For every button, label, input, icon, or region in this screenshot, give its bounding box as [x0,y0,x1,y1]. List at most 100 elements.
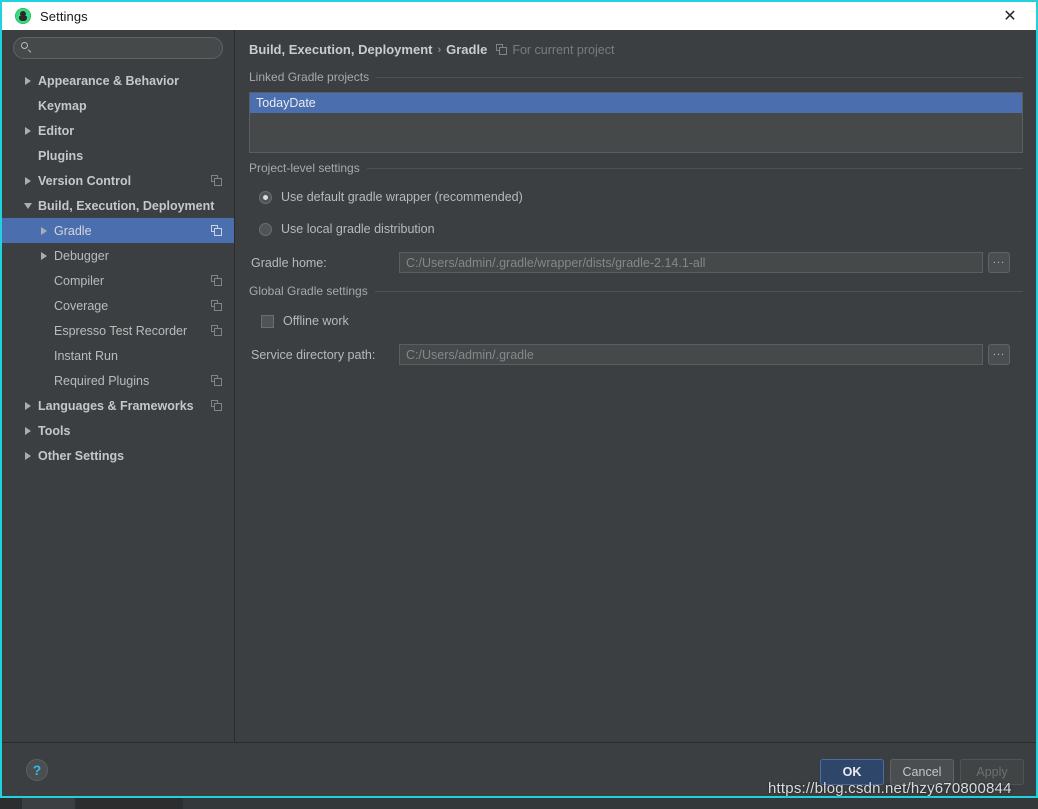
sidebar-item-tools[interactable]: Tools [2,418,234,443]
breadcrumb-scope-label: For current project [512,42,615,57]
breadcrumb: Build, Execution, Deployment › Gradle Fo… [249,30,1023,61]
project-scope-icon [211,400,222,411]
taskbar-segment [75,798,183,809]
chevron-right-icon[interactable] [22,174,35,187]
chevron-right-icon[interactable] [22,399,35,412]
search-box[interactable] [13,37,223,59]
dialog-body: Appearance & Behavior Keymap Editor Plugins… [2,30,1036,742]
project-scope-icon [211,325,222,336]
sidebar-item-coverage[interactable]: Coverage [2,293,234,318]
sidebar-item-gradle[interactable]: Gradle [2,218,234,243]
global-settings-title: Global Gradle settings [249,284,368,298]
sidebar-item-label: Keymap [38,98,87,113]
checkbox-label: Offline work [283,314,349,328]
project-scope-icon [496,44,508,55]
sidebar-item-label: Debugger [54,248,109,263]
breadcrumb-current: Gradle [446,42,488,57]
sidebar-item-editor[interactable]: Editor [2,118,234,143]
chevron-right-icon[interactable] [38,224,51,237]
taskbar-segment [0,798,22,809]
radio-use-default-wrapper[interactable]: Use default gradle wrapper (recommended) [249,190,1023,204]
breadcrumb-parent: Build, Execution, Deployment [249,42,433,57]
project-level-group: Project-level settings Use default gradl… [249,161,1023,273]
group-divider [376,76,1023,78]
sidebar-item-label: Coverage [54,298,109,313]
list-item[interactable]: TodayDate [250,93,1022,113]
settings-tree: Appearance & Behavior Keymap Editor Plugins… [2,67,234,742]
sidebar-item-label: Editor [38,123,75,138]
chevron-right-icon[interactable] [22,424,35,437]
chevron-right-icon[interactable] [22,74,35,87]
breadcrumb-separator: › [437,43,442,56]
sidebar-item-label: Other Settings [38,448,125,463]
close-icon[interactable]: ✕ [988,2,1032,32]
sidebar-item-label: Instant Run [54,348,118,363]
chevron-right-icon[interactable] [22,124,35,137]
radio-label: Use local gradle distribution [281,222,435,236]
global-settings-header: Global Gradle settings [249,284,1023,298]
project-level-title: Project-level settings [249,161,360,175]
window-title: Settings [40,8,88,24]
sidebar-item-label: Espresso Test Recorder [54,323,188,338]
sidebar-item-label: Version Control [38,173,132,188]
gradle-home-label: Gradle home: [251,255,327,270]
sidebar-item-required-plugins[interactable]: Required Plugins [2,368,234,393]
settings-dialog: Settings ✕ Appearance & Behavior Keymap Ed… [0,0,1038,798]
sidebar-item-version-control[interactable]: Version Control [2,168,234,193]
sidebar-item-instant-run[interactable]: Instant Run [2,343,234,368]
taskbar-segment [183,798,1038,809]
android-studio-icon [15,8,31,24]
search-input[interactable] [33,39,222,57]
radio-use-local-distribution[interactable]: Use local gradle distribution [249,222,1023,236]
sidebar-item-other-settings[interactable]: Other Settings [2,443,234,468]
sidebar-item-languages-frameworks[interactable]: Languages & Frameworks [2,393,234,418]
help-icon[interactable]: ? [26,758,48,781]
project-scope-icon [211,300,222,311]
service-directory-browse-button[interactable]: ... [988,344,1010,365]
sidebar-item-compiler[interactable]: Compiler [2,268,234,293]
sidebar-item-appearance-behavior[interactable]: Appearance & Behavior [2,68,234,93]
global-settings-group: Global Gradle settings Offline work Serv… [249,284,1023,365]
service-directory-input[interactable]: C:/Users/admin/.gradle [399,344,983,365]
sidebar-item-label: Required Plugins [54,373,150,388]
sidebar-item-label: Appearance & Behavior [38,73,180,88]
checkbox-offline-work[interactable]: Offline work [249,314,1023,328]
chevron-down-icon[interactable] [22,199,35,212]
gradle-home-browse-button[interactable]: ... [988,252,1010,273]
project-level-header: Project-level settings [249,161,1023,175]
sidebar-item-plugins[interactable]: Plugins [2,143,234,168]
service-directory-row: Service directory path: C:/Users/admin/.… [249,344,1023,365]
sidebar-item-keymap[interactable]: Keymap [2,93,234,118]
sidebar-item-label: Build, Execution, Deployment [38,198,215,213]
group-divider [366,167,1023,169]
sidebar-item-label: Compiler [54,273,105,288]
linked-projects-group: Linked Gradle projects TodayDate [249,70,1023,153]
radio-indicator[interactable] [259,222,272,236]
settings-sidebar: Appearance & Behavior Keymap Editor Plugins… [2,30,235,742]
sidebar-item-espresso-test-recorder[interactable]: Espresso Test Recorder [2,318,234,343]
radio-indicator[interactable] [259,190,272,204]
chevron-right-icon[interactable] [22,449,35,462]
radio-label: Use default gradle wrapper (recommended) [281,190,523,204]
sidebar-item-debugger[interactable]: Debugger [2,243,234,268]
linked-projects-list[interactable]: TodayDate [249,92,1023,153]
checkbox-indicator[interactable] [261,314,274,328]
settings-content: Build, Execution, Deployment › Gradle Fo… [235,30,1036,742]
search-icon [21,42,33,54]
gradle-home-row: Gradle home: C:/Users/admin/.gradle/wrap… [249,252,1023,273]
chevron-right-icon[interactable] [38,249,51,262]
sidebar-item-build-execution-deployment[interactable]: Build, Execution, Deployment [2,193,234,218]
project-scope-icon [211,375,222,386]
linked-projects-header: Linked Gradle projects [249,70,1023,84]
project-scope-icon [211,175,222,186]
sidebar-item-label: Gradle [54,223,92,238]
sidebar-item-label: Tools [38,423,71,438]
gradle-home-input[interactable]: C:/Users/admin/.gradle/wrapper/dists/gra… [399,252,983,273]
title-bar: Settings ✕ [2,0,1036,30]
service-directory-label: Service directory path: [251,347,376,362]
